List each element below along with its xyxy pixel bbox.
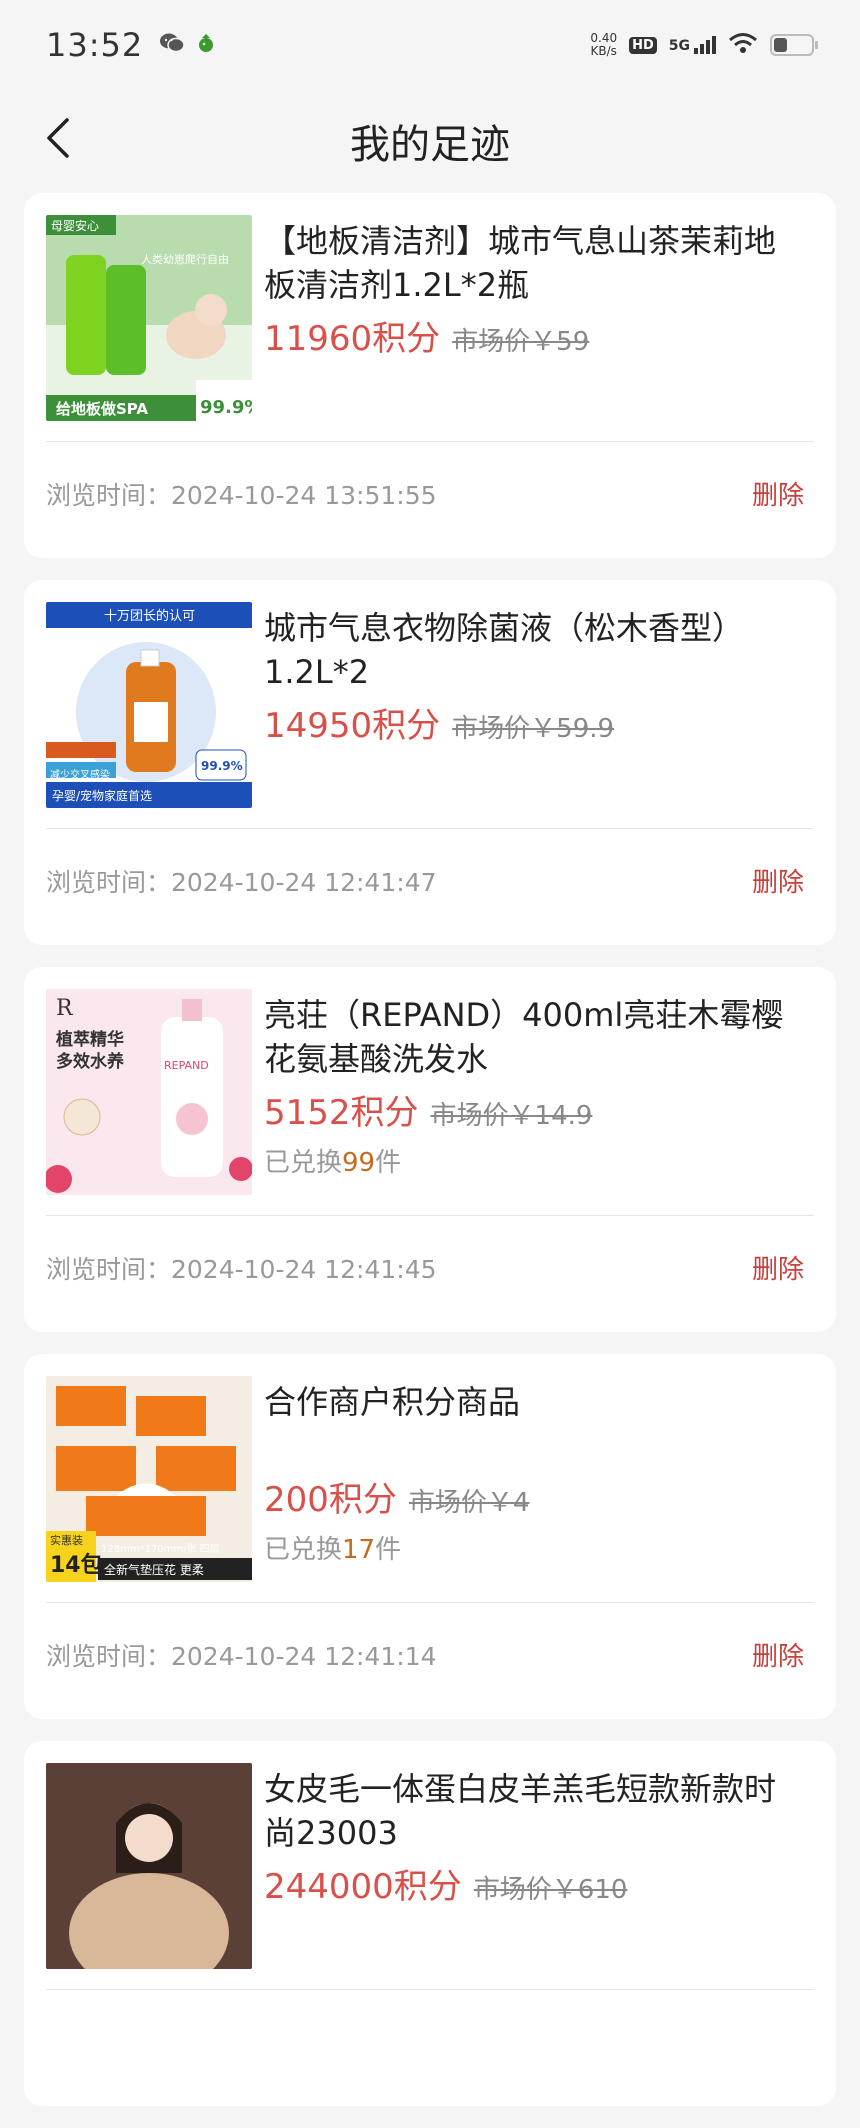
view-time: 浏览时间：2024-10-24 13:51:55: [46, 480, 437, 510]
points-price: 5152积分: [264, 1093, 419, 1133]
exchanged-prefix: 已兑换: [264, 1148, 343, 1178]
net-speed-unit: KB/s: [590, 44, 617, 58]
product-info: 合作商户积分商品 200积分 市场价￥4 已兑换17件: [264, 1380, 806, 1566]
product-info: 亮荘（REPAND）400ml亮荘木霉樱花氨基酸洗发水 5152积分 市场价￥1…: [264, 993, 806, 1179]
exchanged-count-row: 已兑换99件: [264, 1142, 806, 1179]
product-info: 【地板清洁剂】城市气息山茶茉莉地板清洁剂1.2L*2瓶 11960积分 市场价￥…: [264, 219, 806, 360]
nav-bar: 我的足迹: [0, 90, 860, 190]
status-bar: 13:52 0.40 KB/s HD 5G: [0, 0, 860, 90]
signal-icon: 5G: [669, 36, 716, 54]
exchanged-count: 17: [342, 1535, 376, 1565]
points-price: 200积分: [264, 1480, 397, 1520]
exchanged-count-row: 已兑换17件: [264, 1529, 806, 1566]
price-row: 200积分 市场价￥4: [264, 1472, 806, 1521]
view-time: 浏览时间：2024-10-24 12:41:45: [46, 1254, 437, 1284]
footprint-card[interactable]: 女皮毛一体蛋白皮羊羔毛短款新款时尚23003 244000积分 市场价￥610: [24, 1741, 836, 2106]
product-thumbnail[interactable]: 十万团长的认可 孕婴/宠物家庭首选 减少交叉感染 99.9%: [46, 602, 252, 808]
battery-level: [774, 38, 787, 52]
market-price: 市场价￥59.9: [452, 714, 615, 744]
time-row: 浏览时间：2024-10-24 12:41:14 删除: [46, 1636, 806, 1673]
market-price: 市场价￥4: [408, 1488, 530, 1518]
points-price: 11960积分: [264, 319, 441, 359]
time-row: 浏览时间：2024-10-24 13:51:55 删除: [46, 475, 806, 512]
product-thumbnail[interactable]: R 植萃精华 多效水养 REPAND: [46, 989, 252, 1195]
exchanged-suffix: 件: [375, 1148, 402, 1178]
wifi-icon: [728, 32, 758, 58]
svg-text:R: R: [56, 996, 74, 1021]
svg-text:十万团长的认可: 十万团长的认可: [104, 608, 195, 624]
exchanged-prefix: 已兑换: [264, 1535, 343, 1565]
hd-badge: HD: [629, 36, 657, 54]
product-info: 女皮毛一体蛋白皮羊羔毛短款新款时尚23003 244000积分 市场价￥610: [264, 1767, 806, 1908]
product-name[interactable]: 城市气息衣物除菌液（松木香型）1.2L*2: [264, 606, 806, 694]
status-time: 13:52: [46, 26, 144, 64]
product-name[interactable]: 合作商户积分商品: [264, 1380, 806, 1468]
divider: [46, 1215, 814, 1216]
svg-text:实惠装: 实惠装: [50, 1533, 83, 1547]
svg-text:99.9%: 99.9%: [201, 759, 243, 773]
delete-button[interactable]: 删除: [752, 862, 806, 899]
svg-text:14包: 14包: [50, 1552, 103, 1578]
price-row: 11960积分 市场价￥59: [264, 311, 806, 360]
market-price: 市场价￥14.9: [430, 1101, 593, 1131]
network-type-label: 5G: [668, 38, 690, 54]
product-name[interactable]: 亮荘（REPAND）400ml亮荘木霉樱花氨基酸洗发水: [264, 993, 806, 1081]
divider: [46, 1602, 814, 1603]
net-speed: 0.40 KB/s: [590, 32, 617, 58]
svg-text:植萃精华: 植萃精华: [56, 1029, 124, 1050]
product-thumbnail[interactable]: 母婴安心 人类幼崽爬行自由 给地板做SPA 99.9%: [46, 215, 252, 421]
app-notification-icon: [195, 32, 217, 58]
price-row: 14950积分 市场价￥59.9: [264, 698, 806, 747]
footprint-list: 母婴安心 人类幼崽爬行自由 给地板做SPA 99.9% 【地板清洁剂】城市气息山…: [24, 193, 836, 2128]
view-time: 浏览时间：2024-10-24 12:41:47: [46, 867, 437, 897]
product-thumbnail[interactable]: [46, 1763, 252, 1969]
divider: [46, 828, 814, 829]
footprint-card[interactable]: 十万团长的认可 孕婴/宠物家庭首选 减少交叉感染 99.9% 城市气息衣物除菌液…: [24, 580, 836, 945]
product-name[interactable]: 【地板清洁剂】城市气息山茶茉莉地板清洁剂1.2L*2瓶: [264, 219, 806, 307]
svg-text:全新气垫压花 更柔: 全新气垫压花 更柔: [104, 1562, 204, 1577]
market-price: 市场价￥610: [473, 1875, 628, 1905]
delete-button[interactable]: 删除: [752, 475, 806, 512]
exchanged-count: 99: [342, 1148, 376, 1178]
points-price: 14950积分: [264, 706, 441, 746]
svg-text:REPAND: REPAND: [164, 1059, 209, 1072]
view-time: 浏览时间：2024-10-24 12:41:14: [46, 1641, 437, 1671]
footprint-card[interactable]: R 植萃精华 多效水养 REPAND 亮荘（REPAND）400ml亮荘木霉樱花…: [24, 967, 836, 1332]
product-info: 城市气息衣物除菌液（松木香型）1.2L*2 14950积分 市场价￥59.9: [264, 606, 806, 747]
footprint-card[interactable]: 实惠装 14包 128mm*170mm/张 四层 全新气垫压花 更柔 合作商户积…: [24, 1354, 836, 1719]
battery-icon: [770, 34, 818, 56]
page-title: 我的足迹: [350, 122, 510, 168]
svg-text:人类幼崽爬行自由: 人类幼崽爬行自由: [141, 252, 229, 266]
svg-text:99.9%: 99.9%: [200, 397, 252, 418]
divider: [46, 1989, 814, 1990]
svg-text:多效水养: 多效水养: [56, 1051, 125, 1072]
svg-text:给地板做SPA: 给地板做SPA: [56, 400, 148, 418]
price-row: 5152积分 市场价￥14.9: [264, 1085, 806, 1134]
svg-text:孕婴/宠物家庭首选: 孕婴/宠物家庭首选: [52, 788, 152, 803]
time-row: 浏览时间：2024-10-24 12:41:45 删除: [46, 1249, 806, 1286]
svg-text:母婴安心: 母婴安心: [51, 218, 99, 233]
delete-button[interactable]: 删除: [752, 1249, 806, 1286]
delete-button[interactable]: 删除: [752, 1636, 806, 1673]
svg-text:减少交叉感染: 减少交叉感染: [50, 768, 110, 781]
time-row: 浏览时间：2024-10-24 12:41:47 删除: [46, 862, 806, 899]
wechat-icon: [159, 32, 185, 58]
svg-text:128mm*170mm/张 四层: 128mm*170mm/张 四层: [101, 1543, 220, 1555]
product-name[interactable]: 女皮毛一体蛋白皮羊羔毛短款新款时尚23003: [264, 1767, 806, 1855]
market-price: 市场价￥59: [452, 327, 590, 357]
product-thumbnail[interactable]: 实惠装 14包 128mm*170mm/张 四层 全新气垫压花 更柔: [46, 1376, 252, 1582]
footprint-card[interactable]: 母婴安心 人类幼崽爬行自由 给地板做SPA 99.9% 【地板清洁剂】城市气息山…: [24, 193, 836, 558]
divider: [46, 441, 814, 442]
exchanged-suffix: 件: [375, 1535, 402, 1565]
